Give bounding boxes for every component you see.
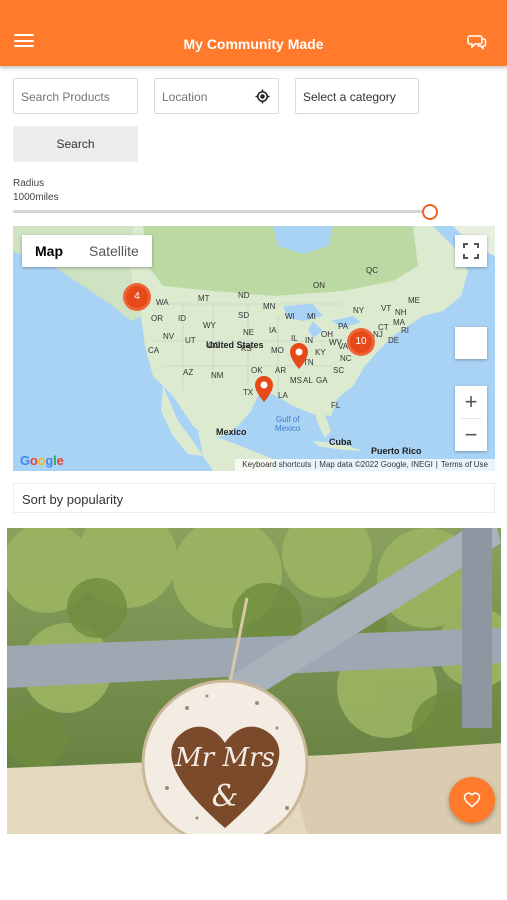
app-bar: My Community Made: [0, 0, 507, 66]
search-products-field[interactable]: [13, 78, 138, 114]
map-label-puerto-rico: Puerto Rico: [371, 446, 422, 456]
category-select[interactable]: Select a category: [295, 78, 419, 114]
map-cluster-10[interactable]: 10: [347, 328, 375, 356]
map-view[interactable]: WA MT ND MN OR ID WY SD NE IA WI MI NV U…: [13, 226, 495, 471]
radius-slider-track[interactable]: [13, 210, 431, 213]
heart-icon: [463, 792, 481, 808]
svg-text:Mr Mrs: Mr Mrs: [174, 743, 275, 773]
product-image[interactable]: Mr Mrs &: [7, 528, 501, 834]
radius-value: 1000miles: [13, 192, 59, 203]
map-pin-icon[interactable]: [255, 376, 273, 402]
product-photo: Mr Mrs &: [7, 528, 501, 834]
street-view-button[interactable]: [455, 327, 487, 359]
app-title: My Community Made: [183, 36, 324, 52]
map-type-map[interactable]: Map: [22, 235, 76, 267]
map-label-mexico: Mexico: [216, 427, 247, 437]
map-pin-icon[interactable]: [290, 343, 308, 369]
favorite-button[interactable]: [449, 777, 495, 823]
google-logo: Google: [20, 453, 64, 468]
svg-text:&: &: [212, 779, 239, 814]
zoom-control: + −: [455, 386, 487, 451]
search-button[interactable]: Search: [13, 126, 138, 162]
radius-title: Radius: [13, 178, 45, 189]
location-field[interactable]: [154, 78, 279, 114]
map-label-cuba: Cuba: [329, 437, 352, 447]
chat-icon[interactable]: [467, 32, 487, 52]
map-cluster-4[interactable]: 4: [123, 283, 151, 311]
map-label-united-states: United States: [206, 340, 264, 350]
map-type-toggle[interactable]: Map Satellite: [22, 235, 152, 267]
map-label-gulf: Gulf of Mexico: [275, 415, 301, 433]
terms-of-use-link[interactable]: Terms of Use: [438, 460, 491, 469]
search-input[interactable]: [21, 90, 130, 104]
fullscreen-button[interactable]: [455, 235, 487, 267]
map-type-satellite[interactable]: Satellite: [76, 235, 152, 267]
radius-label: Radius 1000miles: [13, 177, 59, 205]
zoom-in-button[interactable]: +: [455, 386, 487, 418]
radius-slider-thumb[interactable]: [422, 204, 438, 220]
fullscreen-icon: [463, 243, 479, 259]
zoom-out-button[interactable]: −: [455, 419, 487, 451]
sort-select[interactable]: Sort by popularity: [13, 483, 495, 513]
location-input[interactable]: [162, 90, 252, 104]
keyboard-shortcuts-link[interactable]: Keyboard shortcuts: [239, 460, 314, 469]
my-location-icon[interactable]: [255, 89, 270, 104]
map-attribution: Keyboard shortcuts | Map data ©2022 Google…: [235, 459, 495, 471]
map-data-text: Map data ©2022 Google, INEGI: [319, 460, 433, 469]
